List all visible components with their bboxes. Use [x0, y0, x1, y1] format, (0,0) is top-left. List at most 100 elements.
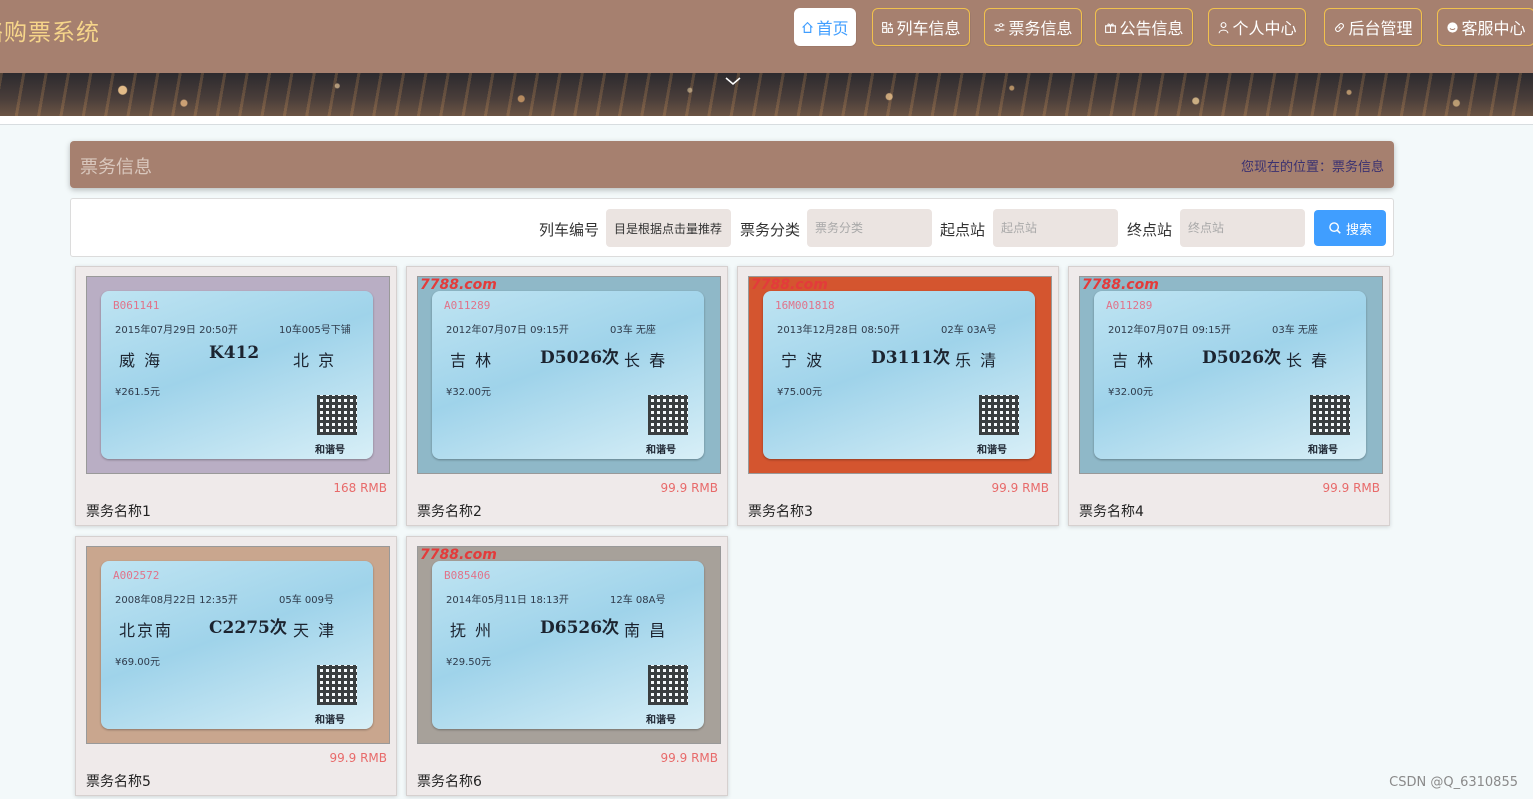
- nav-home[interactable]: 首页: [794, 8, 856, 46]
- ticket-name[interactable]: 票务名称3: [748, 501, 813, 521]
- ticket-image[interactable]: B085406 2014年05月11日 18:13开 12车 08A号抚 州 D652…: [417, 546, 721, 744]
- chat-icon: [1447, 21, 1459, 33]
- ticket-seat: 03车 无座: [610, 325, 656, 336]
- ticket-illustration: A011289 2012年07月07日 09:15开 03车 无座吉 林 D5026次…: [432, 291, 704, 459]
- ticket-serial: B085406: [444, 569, 491, 582]
- train-number-input[interactable]: [606, 209, 731, 247]
- harmony-logo: 和谐号: [315, 445, 345, 456]
- ticket-train-number: D3111次: [871, 348, 951, 368]
- ticket-name[interactable]: 票务名称6: [417, 771, 482, 791]
- nav-ticket-info[interactable]: 票务信息: [984, 8, 1082, 46]
- ticket-date: 2014年05月11日 18:13开: [446, 595, 569, 606]
- harmony-logo: 和谐号: [1308, 445, 1338, 456]
- home-icon: [802, 21, 814, 33]
- ticket-card[interactable]: 16M001818 2013年12月28日 08:50开 02车 03A号宁 波 D3…: [737, 266, 1059, 526]
- ticket-date: 2013年12月28日 08:50开: [777, 325, 900, 336]
- ticket-to-station: 长 春: [624, 351, 668, 370]
- ticket-card[interactable]: B085406 2014年05月11日 18:13开 12车 08A号抚 州 D652…: [406, 536, 728, 796]
- ticket-serial: B061141: [113, 299, 160, 312]
- ticket-price: 99.9 RMB: [991, 481, 1049, 495]
- chevron-down-icon[interactable]: [724, 75, 742, 87]
- harmony-logo: 和谐号: [646, 445, 676, 456]
- ticket-illustration: B061141 2015年07月29日 20:50开 10车005号下铺威 海 K41…: [101, 291, 373, 459]
- ticket-image[interactable]: 16M001818 2013年12月28日 08:50开 02车 03A号宁 波 D3…: [748, 276, 1052, 474]
- csdn-watermark: CSDN @Q_6310855: [1389, 775, 1518, 790]
- ticket-illustration: B085406 2014年05月11日 18:13开 12车 08A号抚 州 D652…: [432, 561, 704, 729]
- nav-train-info[interactable]: 列车信息: [872, 8, 970, 46]
- ticket-serial: A011289: [1106, 299, 1153, 312]
- ticket-name[interactable]: 票务名称2: [417, 501, 482, 521]
- ticket-image[interactable]: A011289 2012年07月07日 09:15开 03车 无座吉 林 D5026次…: [1079, 276, 1383, 474]
- search-button[interactable]: 搜索: [1314, 210, 1386, 246]
- ticket-card[interactable]: A011289 2012年07月07日 09:15开 03车 无座吉 林 D5026次…: [406, 266, 728, 526]
- arrival-station-input[interactable]: [1180, 209, 1305, 247]
- harmony-logo: 和谐号: [315, 715, 345, 726]
- ticket-image[interactable]: A011289 2012年07月07日 09:15开 03车 无座吉 林 D5026次…: [417, 276, 721, 474]
- departure-station-label: 起点站: [940, 221, 986, 239]
- nav-label: 首页: [816, 19, 849, 38]
- ticket-name[interactable]: 票务名称1: [86, 501, 151, 521]
- ticket-name[interactable]: 票务名称4: [1079, 501, 1144, 521]
- nav-label: 列车信息: [896, 19, 961, 38]
- ticket-card[interactable]: B061141 2015年07月29日 20:50开 10车005号下铺威 海 K41…: [75, 266, 397, 526]
- nav-label: 后台管理: [1348, 19, 1413, 38]
- ticket-price: 99.9 RMB: [1322, 481, 1380, 495]
- breadcrumb: 您现在的位置：票务信息: [1240, 160, 1384, 175]
- ticket-illustration: A002572 2008年08月22日 12:35开 05车 009号 北京南 C227…: [101, 561, 373, 729]
- ticket-serial: A002572: [113, 569, 160, 582]
- qr-code-icon: [648, 665, 688, 705]
- ticket-name[interactable]: 票务名称5: [86, 771, 151, 791]
- nav-customer-service[interactable]: 客服中心: [1437, 8, 1533, 46]
- nav-label: 个人中心: [1232, 19, 1297, 38]
- image-watermark: 7788.com: [420, 277, 497, 293]
- nav-label: 公告信息: [1119, 19, 1184, 38]
- image-watermark: 7788.com: [420, 547, 497, 563]
- ticket-serial: 16M001818: [775, 299, 835, 312]
- ticket-price: 99.9 RMB: [329, 751, 387, 765]
- departure-station-input[interactable]: [993, 209, 1118, 247]
- ticket-image[interactable]: A002572 2008年08月22日 12:35开 05车 009号 北京南 C227…: [86, 546, 390, 744]
- search-bar: 列车编号 票务分类 起点站 终点站 搜索: [70, 198, 1394, 257]
- gift-icon: [1105, 23, 1117, 33]
- ticket-seat: 02车 03A号: [941, 325, 997, 336]
- ticket-seat: 12车 08A号: [610, 595, 666, 606]
- ticket-seat: 03车 无座: [1272, 325, 1318, 336]
- ticket-train-number: K412: [209, 343, 260, 363]
- nav-personal-center[interactable]: 个人中心: [1208, 8, 1306, 46]
- ticket-to-station: 乐 清: [955, 351, 999, 370]
- harmony-logo: 和谐号: [977, 445, 1007, 456]
- grid-icon: [882, 21, 894, 33]
- ticket-category-input[interactable]: [807, 209, 932, 247]
- sliders-icon: [995, 22, 1005, 32]
- nav-announcement[interactable]: 公告信息: [1095, 8, 1193, 46]
- nav-admin[interactable]: 后台管理: [1324, 8, 1422, 46]
- ticket-date: 2012年07月07日 09:15开: [1108, 325, 1231, 336]
- top-header: 络购票系统 首页 列车信息 票务信息 公告信息 个人中心 后台管理 客服中心: [0, 0, 1533, 73]
- ticket-date: 2008年08月22日 12:35开: [115, 595, 238, 606]
- ticket-to-station: 南 昌: [624, 621, 668, 640]
- ticket-price: 168 RMB: [333, 481, 387, 495]
- ticket-from-station: 抚 州: [450, 621, 494, 640]
- ticket-category-label: 票务分类: [740, 221, 801, 239]
- ticket-price: 99.9 RMB: [660, 751, 718, 765]
- ticket-image[interactable]: B061141 2015年07月29日 20:50开 10车005号下铺威 海 K41…: [86, 276, 390, 474]
- city-banner: [0, 73, 1533, 116]
- ticket-date: 2012年07月07日 09:15开: [446, 325, 569, 336]
- image-watermark: 7788.com: [751, 277, 828, 293]
- ticket-train-number: D5026次: [540, 348, 620, 368]
- image-watermark: 7788.com: [1082, 277, 1159, 293]
- site-title: 络购票系统: [0, 20, 100, 46]
- ticket-train-number: D6526次: [540, 618, 620, 638]
- qr-code-icon: [979, 395, 1019, 435]
- ticket-card[interactable]: A002572 2008年08月22日 12:35开 05车 009号 北京南 C227…: [75, 536, 397, 796]
- ticket-fare: ¥29.50元: [446, 657, 491, 668]
- ticket-illustration: 16M001818 2013年12月28日 08:50开 02车 03A号宁 波 D3…: [763, 291, 1035, 459]
- ticket-seat: 05车 009号: [279, 595, 334, 606]
- qr-code-icon: [648, 395, 688, 435]
- ticket-card[interactable]: A011289 2012年07月07日 09:15开 03车 无座吉 林 D5026次…: [1068, 266, 1390, 526]
- train-number-label: 列车编号: [539, 221, 600, 239]
- qr-code-icon: [1310, 395, 1350, 435]
- qr-code-icon: [317, 395, 357, 435]
- ticket-seat: 10车005号下铺: [279, 325, 351, 336]
- ticket-fare: ¥75.00元: [777, 387, 822, 398]
